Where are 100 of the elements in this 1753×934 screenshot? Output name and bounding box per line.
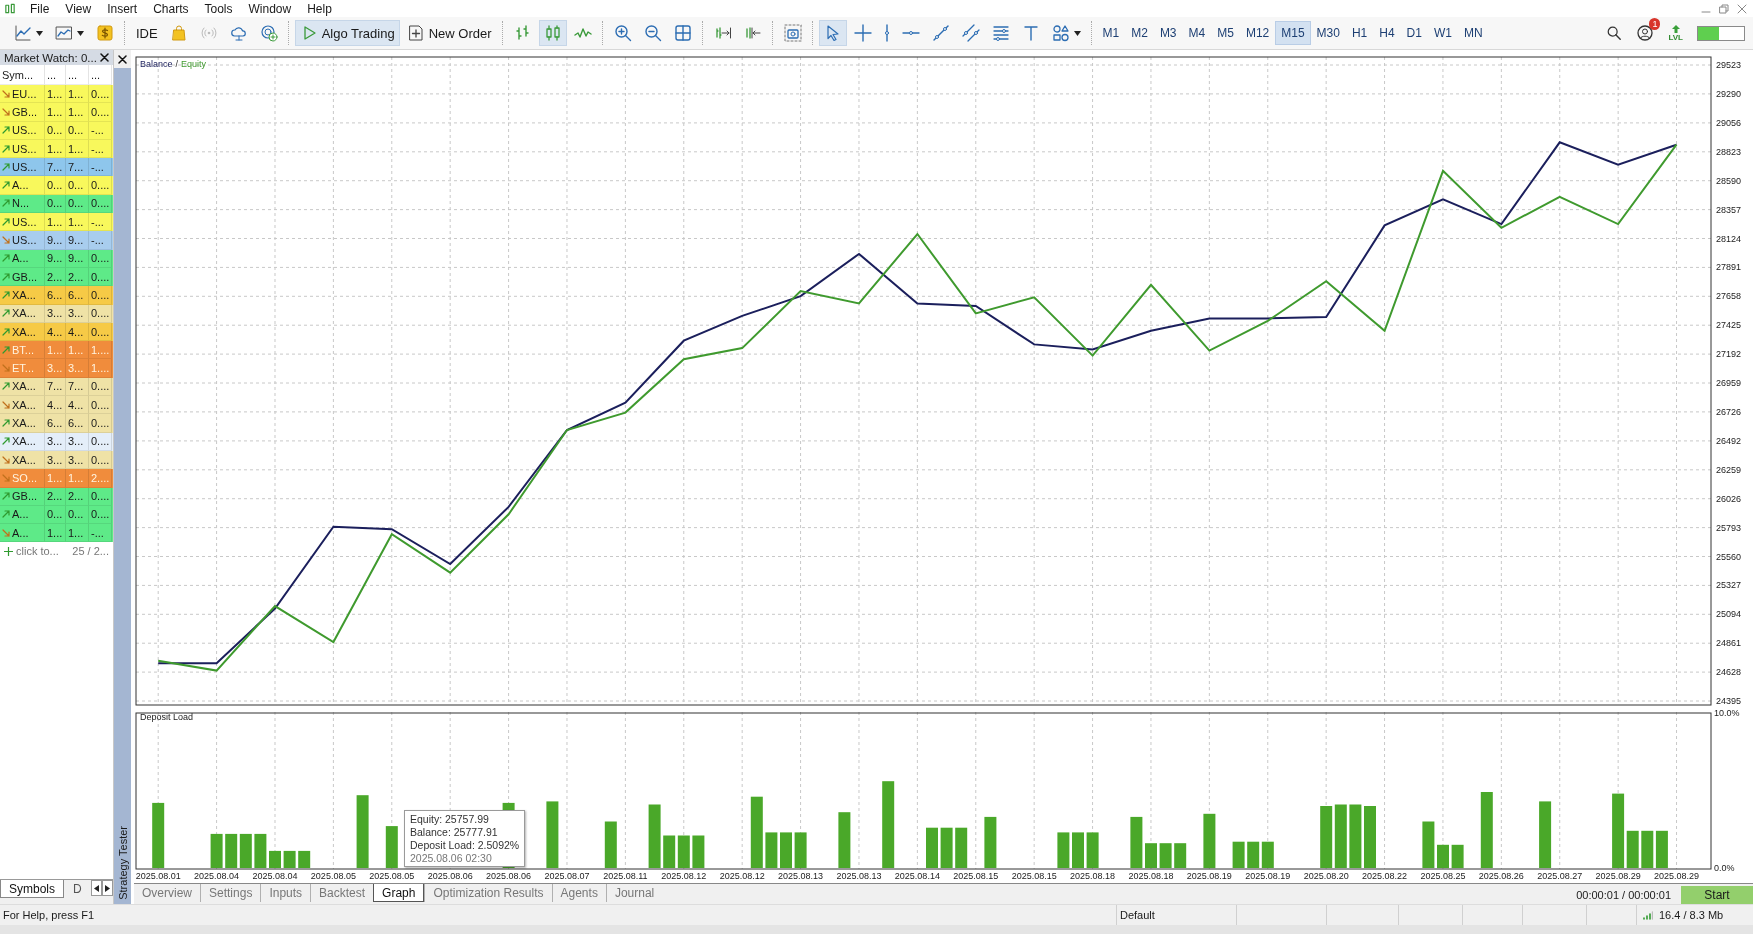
symbol-name: XA...	[12, 435, 36, 448]
ide-button[interactable]: IDE	[131, 20, 163, 46]
timeframe-button[interactable]: D1	[1400, 21, 1428, 45]
menu-item[interactable]: Insert	[107, 1, 152, 16]
axis-label: 27425	[1716, 320, 1742, 331]
bar	[1057, 832, 1070, 868]
spread-cell: 1....	[89, 359, 112, 378]
axis-label: 2025.08.18	[1128, 871, 1174, 881]
menu-item[interactable]: Tools	[204, 1, 247, 16]
timeframe-button[interactable]: H4	[1373, 21, 1401, 45]
timeframe-button[interactable]: M15	[1275, 21, 1311, 45]
panel-tab[interactable]: Symbols	[0, 880, 64, 898]
axis-label: 2025.08.29	[1595, 871, 1641, 881]
down-arrow-icon	[2, 107, 10, 116]
bar	[648, 804, 661, 868]
tab[interactable]: Optimization Results	[424, 884, 552, 902]
timeframe-button[interactable]: MN	[1457, 21, 1489, 45]
symbol-row[interactable]: US... 1... 1... -...	[0, 213, 113, 232]
symbol-name: ET...	[12, 362, 34, 375]
start-button[interactable]: Start	[1681, 885, 1753, 904]
up-arrow-icon	[2, 382, 10, 391]
axis-label: 28590	[1716, 175, 1742, 186]
memory-usage: 16.4 / 8.3 Mb	[1659, 909, 1724, 921]
axis-label: 2025.08.07	[544, 871, 590, 881]
up-arrow-icon	[2, 419, 10, 427]
timeframe-button[interactable]: M4	[1182, 21, 1212, 45]
symbol-row[interactable]: XA... 6... 6... 0....	[0, 286, 113, 305]
timeframe-button[interactable]: M3	[1153, 21, 1183, 45]
bid-cell: 3...	[45, 432, 66, 451]
tab[interactable]: Graph	[373, 884, 425, 902]
symbol-row[interactable]: A... 1... 1... -...	[0, 524, 113, 543]
symbol-row[interactable]: XA... 4... 4... 0....	[0, 396, 113, 415]
timeframe-button[interactable]: M5	[1211, 21, 1240, 45]
menu-item[interactable]: File	[30, 1, 64, 16]
spread-cell: -...	[89, 121, 112, 140]
tab[interactable]: Inputs	[260, 884, 311, 902]
toolbar-button[interactable]	[818, 20, 847, 46]
spread-cell: 0....	[89, 414, 112, 433]
bar	[926, 827, 938, 868]
axis-label: 24861	[1716, 638, 1742, 649]
toolbar-button[interactable]	[538, 20, 567, 46]
symbol-row[interactable]: A... 0... 0... 0....	[0, 176, 113, 195]
timeframe-button[interactable]: M1	[1096, 21, 1126, 45]
tab[interactable]: Settings	[200, 884, 261, 902]
symbol-row[interactable]: XA... 6... 6... 0....	[0, 414, 113, 433]
algo-trading-button[interactable]: Algo Trading	[294, 20, 400, 46]
up-arrow-icon	[2, 181, 10, 190]
axis-label: 2025.08.11	[603, 871, 648, 881]
symbol-name: SO...	[12, 471, 38, 484]
timeframe-button[interactable]: M12	[1239, 21, 1276, 45]
ask-cell: 9...	[66, 249, 89, 268]
down-arrow-icon	[2, 528, 10, 537]
app-logo-icon	[4, 2, 16, 15]
symbol-name: GB...	[12, 490, 38, 503]
timeframe-button[interactable]: M2	[1125, 21, 1154, 45]
bar	[298, 850, 311, 868]
scroll-left-button[interactable]	[90, 880, 102, 896]
bid-cell: 9...	[45, 231, 66, 250]
axis-label: 25094	[1716, 609, 1742, 620]
up-arrow-icon	[2, 217, 10, 226]
tab[interactable]: Journal	[605, 884, 663, 902]
panel-label: Strategy Tester	[116, 826, 129, 900]
timeframe-button[interactable]: M30	[1310, 21, 1346, 45]
bar	[1086, 832, 1099, 868]
symbol-row[interactable]: US... 7... 7... -...	[0, 158, 113, 177]
bar	[225, 833, 238, 868]
spread-cell: 0....	[89, 103, 112, 122]
bid-cell: 1...	[45, 469, 66, 488]
bar	[1539, 801, 1552, 868]
axis-label: 26726	[1716, 406, 1742, 417]
zoom-in-icon	[613, 24, 632, 42]
bid-cell: 6...	[45, 414, 66, 433]
symbol-row[interactable]: EU... 1... 1... 0....	[0, 85, 113, 104]
symbol-row[interactable]: GB... 1... 1... 0....	[0, 103, 113, 122]
panel-tab[interactable]: D	[64, 880, 91, 898]
menu-item[interactable]: Window	[248, 1, 306, 16]
bar	[677, 835, 690, 868]
timeframe-button[interactable]: W1	[1427, 21, 1458, 45]
menu-item[interactable]: Help	[307, 1, 346, 16]
grid-icon	[673, 24, 692, 42]
bid-cell: 0...	[45, 176, 66, 195]
timeframe-button[interactable]: H1	[1345, 21, 1374, 45]
tab[interactable]: Overview	[134, 884, 200, 902]
zoom-out-icon	[643, 24, 662, 42]
symbol-row[interactable]: US... 9... 9... -...	[0, 231, 113, 250]
tooltip-line: Equity: 25757.99	[410, 813, 490, 825]
bar	[750, 796, 763, 868]
bar	[1159, 843, 1172, 868]
bar	[1174, 843, 1187, 868]
add-symbol-link[interactable]: click to...	[4, 545, 59, 558]
menu-item[interactable]: View	[65, 1, 106, 16]
axis-label: 2025.08.12	[719, 871, 765, 881]
axis-label: 2025.08.26	[1478, 871, 1524, 881]
axis-label: 2025.08.20	[1303, 871, 1349, 881]
axis-label: 27192	[1716, 349, 1742, 360]
symbol-name: US...	[12, 234, 37, 246]
new-order-button[interactable]: New Order	[401, 20, 497, 46]
coin-icon	[96, 24, 114, 42]
tab[interactable]: Agents	[551, 884, 606, 902]
menu-item[interactable]: Charts	[153, 1, 203, 16]
